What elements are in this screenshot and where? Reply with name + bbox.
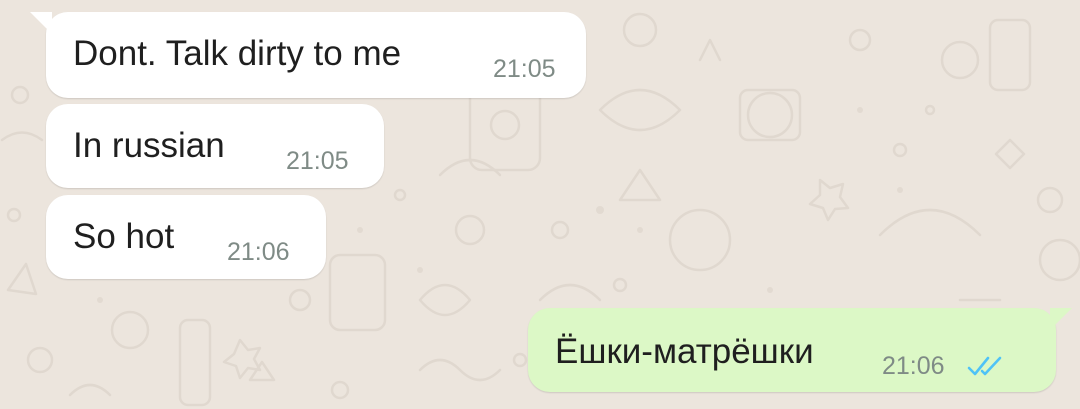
bubble-tail: [1050, 308, 1072, 330]
message-text: So hot: [73, 217, 175, 256]
message-text: Ёшки-матрёшки: [555, 332, 814, 371]
message-text: In russian: [73, 126, 225, 165]
message-timestamp: 21:05: [286, 147, 349, 175]
message-text: Dont. Talk dirty to me: [73, 34, 402, 73]
message-bubble-outgoing[interactable]: Ёшки-матрёшки 21:06: [528, 308, 1072, 392]
message-timestamp: 21:06: [882, 352, 945, 380]
chat-background: Dont. Talk dirty to me 21:05 In russian …: [0, 0, 1080, 409]
message-timestamp: 21:05: [493, 55, 556, 83]
message-bubble-incoming[interactable]: In russian 21:05: [46, 104, 384, 188]
double-check-icon: [967, 356, 1002, 376]
message-bubble-incoming[interactable]: Dont. Talk dirty to me 21:05: [30, 12, 586, 98]
bubble-tail: [30, 12, 52, 34]
message-bubble-incoming[interactable]: So hot 21:06: [46, 195, 326, 279]
message-timestamp: 21:06: [227, 238, 290, 266]
